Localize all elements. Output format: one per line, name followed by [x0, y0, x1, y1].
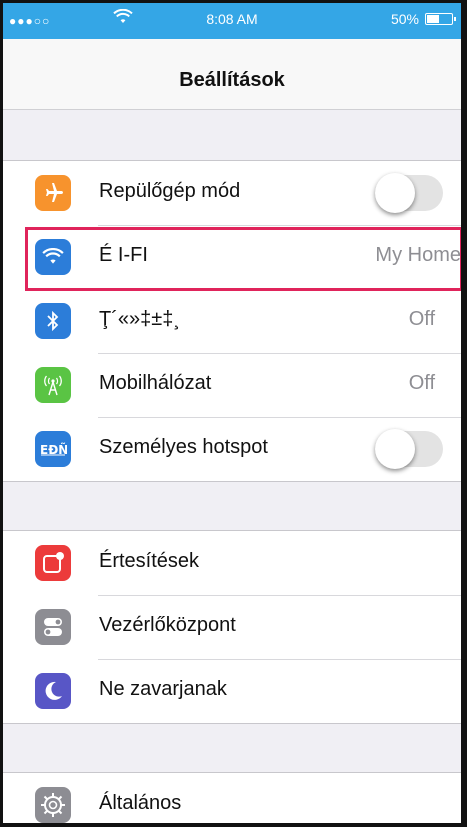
bluetooth-value: Off — [408, 308, 435, 330]
hotspot-row[interactable]: EÐÑ Személyes hotspot — [3, 417, 461, 481]
toggle-knob — [375, 173, 415, 213]
notifications-group: Értesítések Vezérlőközpont Ne zavarjanak — [3, 530, 461, 724]
cellular-label: Mobilhálózat — [99, 372, 212, 394]
gear-icon — [35, 787, 71, 823]
hotspot-icon: EÐÑ — [35, 431, 71, 467]
page-title: Beállítások — [179, 69, 285, 91]
cellular-row[interactable]: Mobilhálózat Off — [3, 353, 461, 417]
connectivity-group: Repülőgép mód É I-FI My Home Ţ´«»‡±‡¸ Of… — [3, 160, 461, 482]
moon-icon — [35, 673, 71, 709]
cellular-value: Off — [408, 372, 435, 394]
bluetooth-label: Ţ´«»‡±‡¸ — [99, 308, 181, 330]
do-not-disturb-row[interactable]: Ne zavarjanak — [3, 659, 461, 723]
battery-icon — [425, 13, 456, 25]
airplane-mode-label: Repülőgép mód — [99, 180, 241, 202]
toggle-knob — [375, 429, 415, 469]
airplane-icon — [35, 175, 71, 211]
general-label: Általános — [99, 792, 182, 814]
airplane-mode-row[interactable]: Repülőgép mód — [3, 161, 461, 225]
cellular-antenna-icon — [35, 367, 71, 403]
wifi-highlight-box — [25, 227, 461, 291]
battery: 50% — [390, 11, 456, 27]
general-group: Általános — [3, 772, 461, 823]
notifications-row[interactable]: Értesítések — [3, 531, 461, 595]
control-center-icon — [35, 609, 71, 645]
bluetooth-icon — [35, 303, 71, 339]
airplane-mode-toggle[interactable] — [375, 173, 443, 213]
general-row[interactable]: Általános — [3, 773, 461, 823]
navigation-bar: Beállítások — [3, 39, 461, 110]
hotspot-toggle[interactable] — [375, 429, 443, 469]
control-center-row[interactable]: Vezérlőközpont — [3, 595, 461, 659]
control-center-label: Vezérlőközpont — [99, 614, 236, 636]
notifications-icon — [35, 545, 71, 581]
battery-percent: 50% — [390, 11, 419, 27]
status-bar: ●●●○○ 8:08 AM 50% — [3, 3, 461, 39]
hotspot-label: Személyes hotspot — [99, 436, 268, 458]
notifications-label: Értesítések — [99, 550, 200, 572]
do-not-disturb-label: Ne zavarjanak — [99, 678, 227, 700]
phone-screen: ●●●○○ 8:08 AM 50% Beállítások Repülőgép … — [0, 0, 467, 827]
bluetooth-row[interactable]: Ţ´«»‡±‡¸ Off — [3, 289, 461, 353]
